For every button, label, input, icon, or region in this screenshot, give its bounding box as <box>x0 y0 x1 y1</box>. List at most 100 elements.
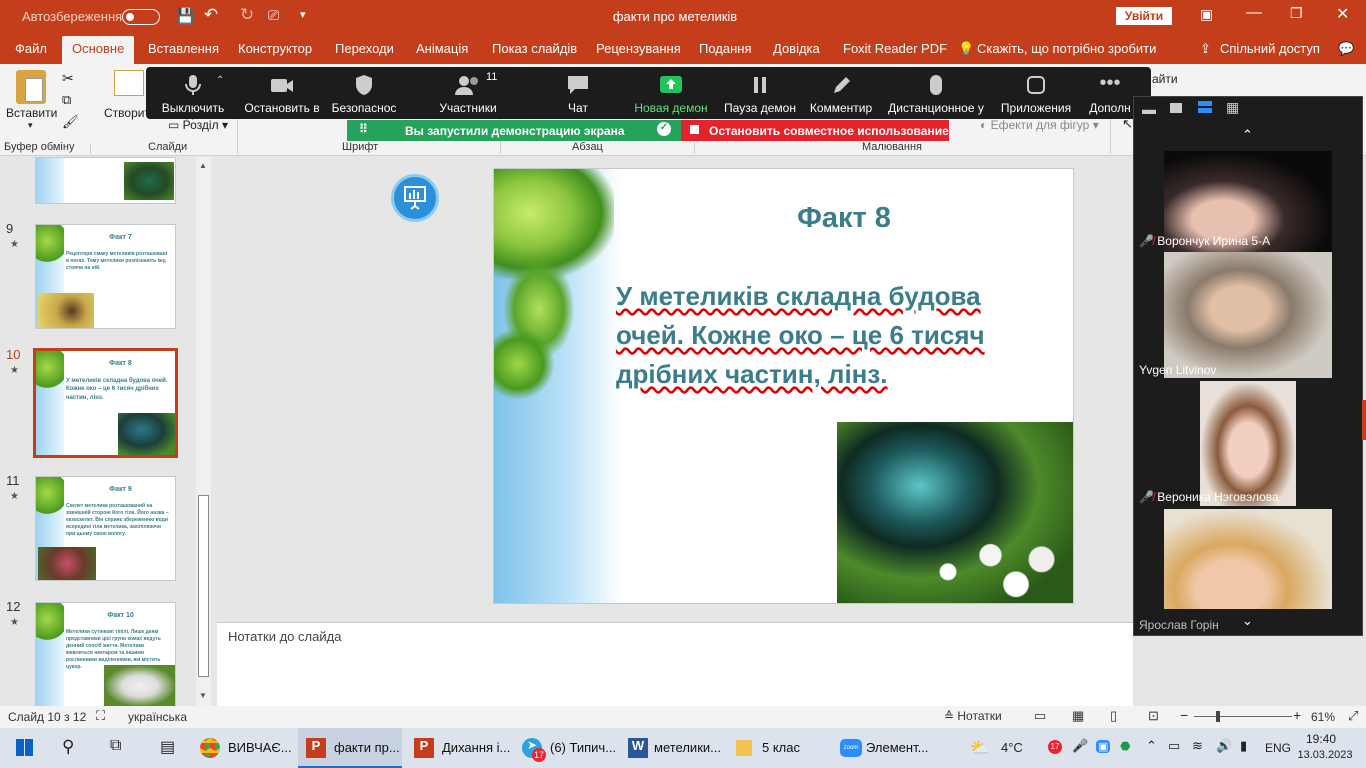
signin-button[interactable]: Увійти <box>1116 7 1172 25</box>
minimize-button[interactable]: — <box>1246 4 1262 22</box>
scroll-down-icon[interactable]: ▼ <box>199 691 207 700</box>
participant-video[interactable] <box>1164 509 1332 609</box>
strip-view-icon[interactable] <box>1198 101 1212 113</box>
ribbon-display-icon[interactable]: ▣ <box>1200 6 1213 23</box>
mute-dropdown-icon[interactable]: ⌃ <box>216 75 224 86</box>
slide-thumbnail-11[interactable]: Факт 9 Скелет метелика розташований на з… <box>35 476 176 581</box>
zoom-slider-thumb[interactable] <box>1216 711 1220 722</box>
slide-thumbnail-10-selected[interactable]: Факт 8 У метеликів складна будова очей. … <box>33 348 178 458</box>
presenter-icon[interactable] <box>391 174 439 222</box>
paste-dropdown-icon[interactable]: ▾ <box>28 120 33 131</box>
share-button[interactable]: Спільний доступ <box>1220 41 1320 56</box>
format-painter-icon[interactable]: 🖌 <box>62 114 79 130</box>
tell-me-search[interactable]: Скажіть, що потрібно зробити <box>977 41 1156 56</box>
maximize-button[interactable]: ❐ <box>1290 5 1303 22</box>
battery-icon[interactable]: ▮ <box>1240 738 1247 754</box>
wifi-icon[interactable]: ≋ <box>1192 738 1203 754</box>
task-view-icon[interactable]: ⧉ <box>110 737 121 755</box>
copy-icon[interactable]: ⧉ <box>62 92 71 108</box>
search-icon[interactable]: ⚲ <box>62 737 74 757</box>
minimize-gallery-icon[interactable]: ▬ <box>1142 101 1156 117</box>
current-slide[interactable]: Факт 8 У метеликів складна будова очей. … <box>493 168 1074 604</box>
taskbar-app-zoom[interactable]: zoom Элемент... <box>838 728 938 768</box>
slide-sorter-icon[interactable]: ▦ <box>1072 708 1084 724</box>
zoom-slider[interactable] <box>1194 716 1292 717</box>
scroll-down-chevron-icon[interactable]: ⌄ <box>1242 613 1253 629</box>
thumbnails-scrollbar[interactable]: ▲ ▼ <box>196 157 211 706</box>
taskbar-app-word[interactable]: Wметелики... <box>622 728 726 768</box>
chat-button[interactable]: Чат <box>544 73 612 115</box>
apps-button[interactable]: Приложения <box>998 73 1074 115</box>
tab-help[interactable]: Довідка <box>773 41 820 56</box>
participant-video[interactable] <box>1200 381 1296 506</box>
autosave-toggle[interactable] <box>122 9 160 25</box>
shape-effects-button[interactable]: ◐ Ефекти для фігур ▾ <box>980 118 1099 132</box>
new-slide-icon[interactable] <box>114 70 144 96</box>
notes-toggle-button[interactable]: ≙ Нотатки <box>944 709 1002 723</box>
language-indicator[interactable]: українська <box>128 710 187 724</box>
calculator-icon[interactable]: ▤ <box>160 737 175 757</box>
drag-grip-icon[interactable]: ⠿ <box>359 122 368 136</box>
cut-icon[interactable]: ✂ <box>62 70 74 87</box>
weather-icon[interactable]: ⛅ <box>970 738 990 758</box>
tab-file[interactable]: Файл <box>15 41 47 56</box>
tab-foxit[interactable]: Foxit Reader PDF <box>843 41 947 56</box>
reading-view-icon[interactable]: ▯ <box>1110 708 1117 724</box>
tab-slideshow[interactable]: Показ слайдів <box>492 41 577 56</box>
zoom-level[interactable]: 61% <box>1311 710 1335 724</box>
zoom-out-icon[interactable]: − <box>1180 707 1188 723</box>
taskbar-app-explorer[interactable]: 5 клас <box>730 728 834 768</box>
slide-thumbnail-12[interactable]: Факт 10 Метелики сутінкові тіпілі. Лише … <box>35 602 176 707</box>
windows-start-icon[interactable] <box>16 739 33 756</box>
scroll-up-icon[interactable]: ▲ <box>199 161 207 170</box>
tab-view[interactable]: Подання <box>699 41 752 56</box>
input-language[interactable]: ENG <box>1265 741 1291 755</box>
scroll-up-chevron-icon[interactable]: ⌃ <box>1242 127 1253 143</box>
tray-display-icon[interactable]: ▭ <box>1168 738 1180 754</box>
zoom-in-icon[interactable]: + <box>1293 707 1301 723</box>
tab-home[interactable]: Основне <box>62 36 135 64</box>
annotate-button[interactable]: Комментир <box>806 73 876 115</box>
tab-design[interactable]: Конструктор <box>238 41 312 56</box>
notes-pane[interactable]: Нотатки до слайда <box>217 622 1133 706</box>
tray-badge[interactable]: 17 <box>1048 740 1062 754</box>
remote-control-button[interactable]: Дистанционное у <box>886 73 986 115</box>
close-button[interactable]: ✕ <box>1336 4 1349 24</box>
paste-button[interactable]: Вставити <box>6 106 57 120</box>
find-button[interactable]: айти <box>1152 72 1178 86</box>
undo-icon[interactable]: ↶ <box>204 5 218 25</box>
taskbar-app-telegram[interactable]: ➤ 17 (6) Типич... <box>514 728 618 768</box>
taskbar-app-chrome[interactable]: ВИВЧАЄ... <box>196 728 292 768</box>
scrollbar-thumb[interactable] <box>198 495 209 677</box>
grid-view-icon[interactable]: ▦ <box>1226 99 1239 116</box>
customize-qat-icon[interactable]: ▾ <box>300 8 306 21</box>
section-button[interactable]: ▭ Розділ ▾ <box>168 118 228 132</box>
tab-review[interactable]: Рецензування <box>596 41 681 56</box>
tray-chevron-icon[interactable]: ⌃ <box>1146 738 1157 754</box>
participant-video[interactable] <box>1164 252 1332 378</box>
comments-icon[interactable]: 💬 <box>1338 41 1354 57</box>
pause-share-button[interactable]: Пауза демон <box>720 73 800 115</box>
security-button[interactable]: Безопаснос <box>330 73 398 115</box>
paste-icon[interactable] <box>16 70 46 104</box>
slide-thumbnail-9[interactable]: Факт 7 Рецептори смаку метеликів розташо… <box>35 224 176 329</box>
taskbar-app-powerpoint[interactable]: P Дихання і... <box>406 728 510 768</box>
clock-time[interactable]: 19:40 <box>1296 732 1346 746</box>
taskbar-app-powerpoint-active[interactable]: Pфакти пр... <box>298 728 402 768</box>
slide-thumbnail-8[interactable] <box>35 157 176 204</box>
present-icon[interactable]: ⎚ <box>268 7 279 24</box>
volume-icon[interactable]: 🔊 <box>1216 738 1232 754</box>
speaker-view-icon[interactable] <box>1170 103 1182 113</box>
tray-mic-icon[interactable]: 🎤 <box>1072 738 1088 754</box>
fit-to-window-icon[interactable]: ⤢ <box>1348 708 1358 724</box>
more-button[interactable]: ••• Дополн <box>1082 73 1138 115</box>
new-share-button[interactable]: Новая демон <box>632 73 710 115</box>
normal-view-icon[interactable]: ▭ <box>1034 708 1046 724</box>
tray-zoom-icon[interactable]: ▣ <box>1096 740 1111 753</box>
spellcheck-icon[interactable]: ⛶ <box>96 708 105 724</box>
save-icon[interactable]: 💾 <box>176 7 195 25</box>
tray-app-icon[interactable]: ⬣ <box>1120 739 1130 753</box>
stop-video-button[interactable]: Остановить в <box>238 73 326 115</box>
redo-icon[interactable]: ↻ <box>240 5 254 25</box>
weather-temperature[interactable]: 4°C <box>1001 740 1023 755</box>
